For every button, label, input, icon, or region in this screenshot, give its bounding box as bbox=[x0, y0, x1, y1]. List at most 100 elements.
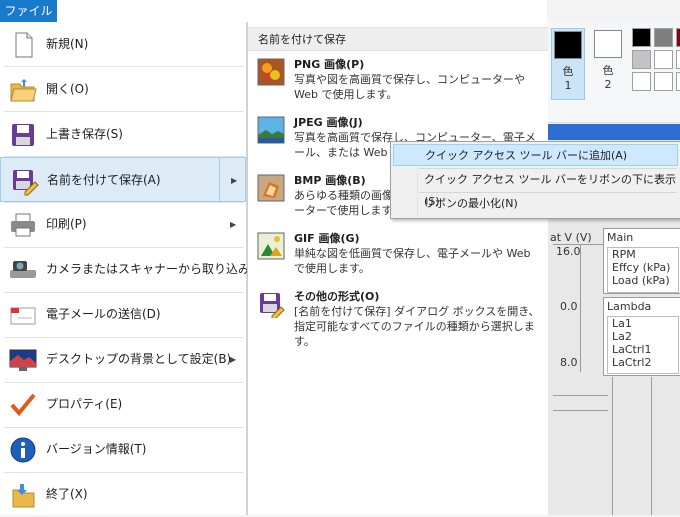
lambda-list-item[interactable]: LaCtrl2 bbox=[608, 356, 678, 369]
context-add-to-quick-access[interactable]: クイック アクセス ツール バーに追加(A) bbox=[393, 144, 678, 166]
menu-item-about[interactable]: バージョン情報(T) bbox=[0, 427, 246, 472]
main-list-item[interactable]: RPM bbox=[608, 248, 678, 261]
menu-label: 新規(N) bbox=[46, 37, 89, 51]
color1-label: 色 bbox=[562, 65, 574, 78]
save-as-submenu: 名前を付けて保存 PNG 画像(P) 写真や図を高画質で保存し、コンピューターや… bbox=[247, 22, 548, 515]
color1-swatch bbox=[554, 31, 582, 59]
top-strip bbox=[57, 0, 547, 23]
save-as-png[interactable]: PNG 画像(P) 写真や図を高画質で保存し、コンピューターや Web で使用し… bbox=[248, 54, 548, 112]
bmp-image-icon bbox=[257, 174, 285, 202]
desktop-background-icon bbox=[8, 345, 38, 375]
menu-label: プロパティ(E) bbox=[46, 397, 123, 411]
palette-swatch[interactable] bbox=[632, 50, 651, 69]
menu-label: 印刷(P) bbox=[46, 217, 87, 231]
menu-label: 名前を付けて保存(A) bbox=[47, 173, 161, 187]
save-as-icon bbox=[9, 166, 39, 196]
divider bbox=[553, 410, 608, 411]
menu-label: 開く(O) bbox=[46, 82, 89, 96]
chevron-right-icon: ▶ bbox=[231, 176, 238, 185]
email-icon bbox=[8, 300, 38, 330]
submenu-item-desc: [名前を付けて保存] ダイアログ ボックスを開き、指定可能なすべてのファイルの種… bbox=[294, 305, 540, 348]
camera-scanner-icon bbox=[8, 255, 38, 285]
axis-label-top: 16.0 bbox=[556, 245, 581, 258]
submenu-header: 名前を付けて保存 bbox=[248, 27, 548, 51]
file-menu: 新規(N) 開く(O) 上書き保存(S) 名前を付けて保存(A) ▶ 印刷(P)… bbox=[0, 22, 270, 517]
palette-swatch[interactable] bbox=[676, 50, 680, 69]
title-bar bbox=[545, 124, 680, 140]
lambda-panel-title: Lambda bbox=[607, 300, 652, 313]
column-header: at V (V) bbox=[550, 231, 592, 244]
main-list-item[interactable]: Effcy (kPa) bbox=[608, 261, 678, 274]
color2-swatch bbox=[594, 30, 622, 58]
menu-item-open[interactable]: 開く(O) bbox=[0, 67, 246, 112]
palette-swatch[interactable] bbox=[654, 28, 673, 47]
submenu-item-title: PNG 画像(P) bbox=[294, 58, 365, 71]
menu-item-desktop-background[interactable]: デスクトップの背景として設定(B) ▶ bbox=[0, 337, 246, 382]
exit-icon bbox=[8, 480, 38, 510]
context-menu: クイック アクセス ツール バーに追加(A) クイック アクセス ツール バーを… bbox=[390, 141, 680, 219]
submenu-item-title: JPEG 画像(J) bbox=[294, 116, 363, 129]
chevron-right-icon: ▶ bbox=[230, 355, 237, 364]
context-show-below-ribbon[interactable]: クイック アクセス ツール バーをリボンの下に表示(S) bbox=[393, 169, 678, 208]
lambda-panel: Lambda La1 La2 LaCtrl1 LaCtrl2 bbox=[603, 297, 680, 376]
menu-item-save[interactable]: 上書き保存(S) bbox=[0, 112, 246, 157]
divider bbox=[651, 377, 652, 515]
divider bbox=[612, 377, 613, 515]
palette-swatch[interactable] bbox=[632, 72, 651, 91]
submenu-item-title: その他の形式(O) bbox=[294, 290, 380, 303]
lambda-list-item[interactable]: La2 bbox=[608, 330, 678, 343]
floppy-disk-icon bbox=[8, 120, 38, 150]
palette-swatch[interactable] bbox=[676, 28, 680, 47]
lambda-list[interactable]: La1 La2 LaCtrl1 LaCtrl2 bbox=[607, 316, 679, 374]
submenu-item-title: BMP 画像(B) bbox=[294, 174, 366, 187]
submenu-item-desc: 単純な図を低画質で保存し、電子メールや Web で使用します。 bbox=[294, 247, 531, 275]
submenu-header-text: 名前を付けて保存 bbox=[258, 33, 346, 46]
color2-selector[interactable]: 色 2 bbox=[592, 28, 624, 98]
menu-item-print[interactable]: 印刷(P) ▶ bbox=[0, 202, 246, 247]
menu-label: カメラまたはスキャナーから取り込み(M) bbox=[46, 262, 270, 276]
color1-number: 1 bbox=[564, 79, 572, 92]
palette-swatch[interactable] bbox=[654, 50, 673, 69]
menu-item-properties[interactable]: プロパティ(E) bbox=[0, 382, 246, 427]
jpeg-image-icon bbox=[257, 116, 285, 144]
menu-label: 終了(X) bbox=[46, 487, 88, 501]
main-list[interactable]: RPM Effcy (kPa) Load (kPa) bbox=[607, 247, 679, 293]
submenu-item-desc: 写真や図を高画質で保存し、コンピューターや Web で使用します。 bbox=[294, 73, 525, 101]
lambda-list-item[interactable]: La1 bbox=[608, 317, 678, 330]
palette-swatch[interactable] bbox=[654, 72, 673, 91]
chevron-right-icon: ▶ bbox=[230, 220, 237, 229]
menu-label: デスクトップの背景として設定(B) bbox=[46, 352, 232, 366]
printer-icon bbox=[8, 210, 38, 240]
axis-label-mid: 0.0 bbox=[560, 300, 578, 313]
divider bbox=[553, 395, 608, 396]
menu-item-exit[interactable]: 終了(X) bbox=[0, 472, 246, 517]
palette-swatch[interactable] bbox=[676, 72, 680, 91]
file-tab[interactable]: ファイル bbox=[0, 0, 57, 22]
color2-label: 色 bbox=[602, 64, 614, 77]
menu-item-email[interactable]: 電子メールの送信(D) bbox=[0, 292, 246, 337]
menu-item-import[interactable]: カメラまたはスキャナーから取り込み(M) bbox=[0, 247, 270, 292]
context-item-label: クイック アクセス ツール バーに追加(A) bbox=[425, 149, 628, 162]
lambda-list-item[interactable]: LaCtrl1 bbox=[608, 343, 678, 356]
folder-open-icon bbox=[8, 75, 38, 105]
menu-item-save-as[interactable]: 名前を付けて保存(A) ▶ bbox=[0, 157, 246, 202]
main-list-item[interactable]: Load (kPa) bbox=[608, 274, 678, 287]
other-formats-icon bbox=[257, 290, 285, 320]
color1-selector[interactable]: 色 1 bbox=[551, 28, 585, 100]
context-item-label: リボンの最小化(N) bbox=[424, 197, 518, 210]
palette-swatch[interactable] bbox=[632, 28, 651, 47]
save-as-gif[interactable]: GIF 画像(G) 単純な図を低画質で保存し、電子メールや Web で使用します… bbox=[248, 228, 548, 286]
gif-image-icon bbox=[257, 232, 285, 260]
main-panel: Main RPM Effcy (kPa) Load (kPa) bbox=[603, 228, 680, 294]
png-image-icon bbox=[257, 58, 285, 86]
menu-label: 上書き保存(S) bbox=[46, 127, 123, 141]
context-minimize-ribbon[interactable]: リボンの最小化(N) bbox=[393, 193, 678, 215]
menu-label: バージョン情報(T) bbox=[46, 442, 147, 456]
color2-number: 2 bbox=[604, 78, 612, 91]
save-as-other-formats[interactable]: その他の形式(O) [名前を付けて保存] ダイアログ ボックスを開き、指定可能な… bbox=[248, 286, 548, 348]
axis-label-bottom: 8.0 bbox=[560, 356, 578, 369]
main-panel-title: Main bbox=[607, 231, 634, 244]
menu-item-new[interactable]: 新規(N) bbox=[0, 22, 246, 67]
new-document-icon bbox=[8, 30, 38, 60]
menu-label: 電子メールの送信(D) bbox=[46, 307, 161, 321]
